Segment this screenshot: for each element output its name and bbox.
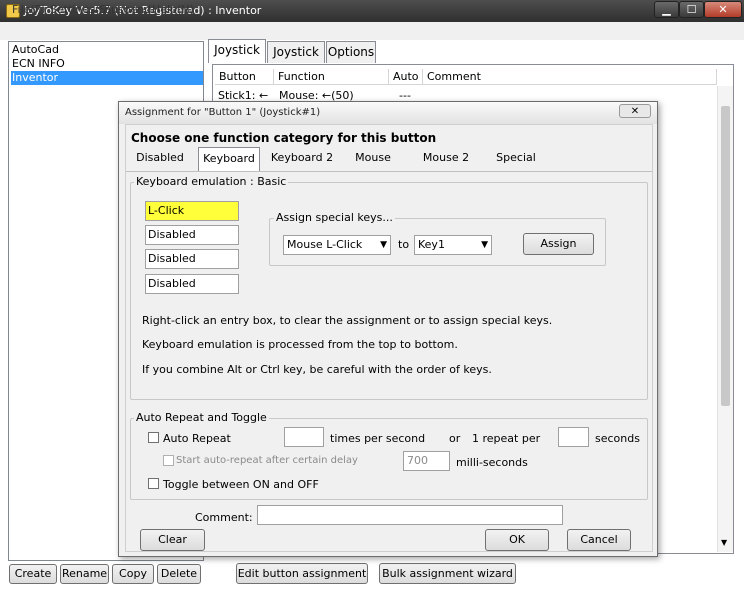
help-line-3: If you combine Alt or Ctrl key, be caref… [142,363,492,376]
edit-button-assignment-button[interactable]: Edit button assignment [236,563,368,584]
special-to-value: Key1 [418,238,445,251]
minimize-button[interactable]: ▁ [654,1,679,18]
column-header-button[interactable]: Button [215,69,274,85]
bulk-assignment-wizard-button[interactable]: Bulk assignment wizard [379,563,516,584]
scroll-down-icon[interactable]: ▼ [721,538,727,547]
assign-button[interactable]: Assign [523,233,594,255]
cancel-button[interactable]: Cancel [567,529,631,551]
config-item-ecn-info[interactable]: ECN INFO [11,57,203,71]
special-to-select[interactable]: Key1 ▼ [414,235,492,255]
clear-button[interactable]: Clear [140,529,205,551]
tab-disabled[interactable]: Disabled [130,147,190,169]
tab-joystick-1[interactable]: Joystick 1 [208,39,266,77]
close-button[interactable]: ✕ [704,1,742,18]
toggle-label: Toggle between ON and OFF [163,478,319,491]
auto-repeat-group-label: Auto Repeat and Toggle [134,411,269,424]
comment-input[interactable] [257,505,563,525]
tab-mouse[interactable]: Mouse [348,147,398,169]
tab-special[interactable]: Special [486,147,546,169]
keyboard-emulation-label: Keyboard emulation : Basic [134,175,289,188]
help-line-2: Keyboard emulation is processed from the… [142,338,458,351]
tab-joystick-2[interactable]: Joystick 2 [267,41,325,79]
key-entry-4[interactable]: Disabled [145,274,239,294]
grid-scrollbar[interactable]: ▼ [717,86,733,552]
dialog-content: Choose one function category for this bu… [125,124,653,552]
ok-button[interactable]: OK [485,529,549,551]
auto-repeat-checkbox[interactable] [148,432,159,443]
create-button[interactable]: Create [9,564,57,584]
chevron-down-icon: ▼ [380,240,387,250]
assignment-dialog: Assignment for "Button 1" (Joystick#1) ✕… [118,101,658,557]
special-keys-label: Assign special keys... [274,211,395,224]
comment-label: Comment: [195,511,253,524]
one-repeat-per-label: 1 repeat per [472,432,541,445]
special-from-select[interactable]: Mouse L-Click ▼ [283,235,391,255]
delay-checkbox[interactable] [163,455,174,466]
dialog-title: Assignment for "Button 1" (Joystick#1) [125,107,321,118]
key-entry-2[interactable]: Disabled [145,225,239,245]
or-label: or [449,432,461,445]
column-header-function[interactable]: Function [274,69,389,85]
tab-options[interactable]: Options [326,41,376,63]
menu-help[interactable]: Help(H) [152,3,194,16]
key-entry-1[interactable]: L-Click [145,201,239,221]
tab-keyboard-2[interactable]: Keyboard 2 [266,147,338,169]
column-header-auto[interactable]: Auto [389,69,423,85]
times-per-second-label: times per second [330,432,426,445]
config-item-autocad[interactable]: AutoCad [11,43,203,57]
maximize-button[interactable]: ☐ [679,1,704,18]
rename-button[interactable]: Rename [60,564,109,584]
special-from-value: Mouse L-Click [287,238,363,251]
chevron-down-icon: ▼ [481,240,488,250]
toggle-checkbox[interactable] [148,478,159,489]
scrollbar-thumb[interactable] [721,106,730,406]
times-per-second-input[interactable] [284,427,324,447]
auto-repeat-label: Auto Repeat [163,432,231,445]
menu-settings[interactable]: Settings(S) [50,3,111,16]
column-header-comment[interactable]: Comment [423,69,717,85]
tab-mouse-2[interactable]: Mouse 2 [416,147,476,169]
config-item-inventor[interactable]: Inventor [11,71,203,85]
help-line-1: Right-click an entry box, to clear the a… [142,314,553,327]
delete-button[interactable]: Delete [157,564,201,584]
menu-suspend[interactable]: Suspend [104,3,151,16]
tab-divider [126,171,652,172]
dialog-close-button[interactable]: ✕ [619,104,651,118]
menu-bar [0,22,744,40]
dialog-heading: Choose one function category for this bu… [131,131,437,145]
menu-file[interactable]: File(F) [12,3,45,16]
special-to-label: to [398,238,410,251]
copy-button[interactable]: Copy [112,564,154,584]
seconds-input[interactable] [558,427,589,447]
delay-label: Start auto-repeat after certain delay [176,455,358,466]
milli-seconds-label: milli-seconds [456,456,528,469]
seconds-label: seconds [595,432,640,445]
key-entry-3[interactable]: Disabled [145,249,239,269]
delay-ms-input[interactable]: 700 [403,451,450,471]
tab-keyboard[interactable]: Keyboard [198,147,260,171]
